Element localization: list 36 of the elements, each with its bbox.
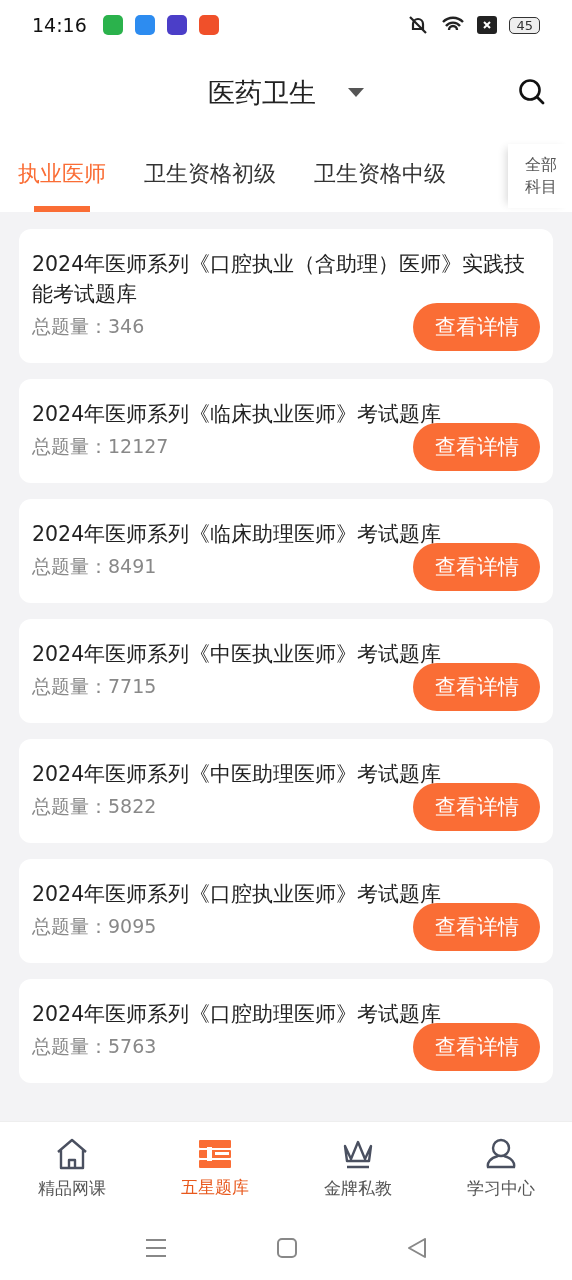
category-tab[interactable]: 卫生资格中级	[314, 136, 446, 212]
category-tab[interactable]: 卫生资格初级	[144, 136, 276, 212]
app-icon	[134, 15, 155, 35]
back-icon[interactable]	[407, 1237, 427, 1258]
search-icon[interactable]	[518, 78, 546, 106]
app-icon	[102, 15, 123, 35]
all-subjects-button[interactable]: 全部科目	[508, 144, 572, 208]
page-title: 医药卫生	[208, 76, 316, 110]
view-details-button[interactable]: 查看详情	[413, 663, 540, 711]
battery-indicator: 45	[509, 16, 540, 34]
question-count: 总题量：7715	[32, 674, 157, 699]
question-count: 总题量：346	[32, 314, 145, 339]
app-icon	[198, 15, 219, 35]
app-icon	[166, 15, 187, 35]
books-icon	[196, 1138, 233, 1170]
nav-tab[interactable]: 五星题库	[143, 1122, 286, 1215]
view-details-button[interactable]: 查看详情	[413, 543, 540, 591]
menu-icon[interactable]	[145, 1237, 167, 1258]
close-icon	[477, 16, 498, 34]
home-square-icon[interactable]	[277, 1237, 297, 1258]
category-tab[interactable]: 执业医师	[18, 136, 106, 212]
nav-tab[interactable]: 金牌私教	[286, 1122, 429, 1215]
question-count: 总题量：12127	[32, 434, 169, 459]
question-count: 总题量：8491	[32, 554, 157, 579]
question-count: 总题量：5763	[32, 1034, 157, 1059]
view-details-button[interactable]: 查看详情	[413, 1023, 540, 1071]
nav-tab[interactable]: 精品网课	[0, 1122, 143, 1215]
question-count: 总题量：5822	[32, 794, 157, 819]
view-details-button[interactable]: 查看详情	[413, 303, 540, 351]
status-time: 14:16	[32, 14, 87, 36]
view-details-button[interactable]: 查看详情	[413, 783, 540, 831]
view-details-button[interactable]: 查看详情	[413, 903, 540, 951]
question-count: 总题量：9095	[32, 914, 157, 939]
nav-tab[interactable]: 学习中心	[429, 1122, 572, 1215]
dropdown-caret-icon[interactable]	[348, 88, 364, 98]
view-details-button[interactable]: 查看详情	[413, 423, 540, 471]
